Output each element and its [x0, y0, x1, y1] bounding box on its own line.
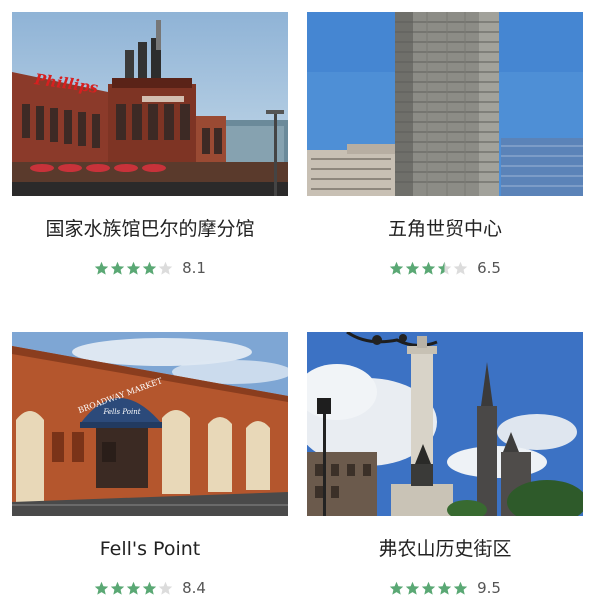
- star-icon: [405, 261, 420, 275]
- star-icon: [110, 261, 125, 275]
- attraction-card[interactable]: BROADWAY MARKET Fells Point Fell's Point…: [12, 332, 288, 598]
- star-icon: [437, 261, 452, 275]
- rating-score: 6.5: [477, 259, 501, 277]
- star-icon: [126, 261, 141, 275]
- rating-score: 8.4: [182, 579, 206, 597]
- attraction-card[interactable]: 五角世贸中心 6.5: [307, 12, 583, 278]
- star-rating: [389, 581, 469, 596]
- attraction-title[interactable]: 弗农山历史街区: [307, 536, 583, 562]
- rating-row: 6.5: [307, 258, 583, 278]
- star-icon: [110, 581, 125, 595]
- attraction-card[interactable]: Phillips 国家水族馆巴尔的摩分馆 8.1: [12, 12, 288, 278]
- attraction-title[interactable]: 国家水族馆巴尔的摩分馆: [12, 216, 288, 242]
- star-rating: [94, 261, 174, 276]
- star-icon: [126, 581, 141, 595]
- star-icon: [421, 261, 436, 275]
- broadway-market-image: BROADWAY MARKET Fells Point: [12, 332, 288, 516]
- attraction-photo[interactable]: [307, 332, 583, 516]
- washington-monument-image: [307, 332, 583, 516]
- attraction-title[interactable]: Fell's Point: [12, 536, 288, 562]
- star-rating: [94, 581, 174, 596]
- star-icon: [437, 581, 452, 595]
- star-icon: [453, 581, 468, 595]
- star-icon: [158, 581, 173, 595]
- star-icon: [389, 261, 404, 275]
- power-plant-image: Phillips: [12, 12, 288, 196]
- star-icon: [94, 581, 109, 595]
- rating-row: 9.5: [307, 578, 583, 598]
- world-trade-center-image: [307, 12, 583, 196]
- rating-score: 8.1: [182, 259, 206, 277]
- attraction-photo[interactable]: BROADWAY MARKET Fells Point: [12, 332, 288, 516]
- rating-row: 8.4: [12, 578, 288, 598]
- rating-row: 8.1: [12, 258, 288, 278]
- star-icon: [94, 261, 109, 275]
- attraction-photo[interactable]: [307, 12, 583, 196]
- rating-score: 9.5: [477, 579, 501, 597]
- star-icon: [453, 261, 468, 275]
- star-icon: [389, 581, 404, 595]
- star-rating: [389, 261, 469, 276]
- attraction-card[interactable]: 弗农山历史街区 9.5: [307, 332, 583, 598]
- attraction-photo[interactable]: Phillips: [12, 12, 288, 196]
- star-icon: [142, 261, 157, 275]
- attraction-title[interactable]: 五角世贸中心: [307, 216, 583, 242]
- star-icon: [421, 581, 436, 595]
- star-icon: [158, 261, 173, 275]
- star-icon: [142, 581, 157, 595]
- star-icon: [405, 581, 420, 595]
- svg-text:Fells Point: Fells Point: [102, 408, 140, 416]
